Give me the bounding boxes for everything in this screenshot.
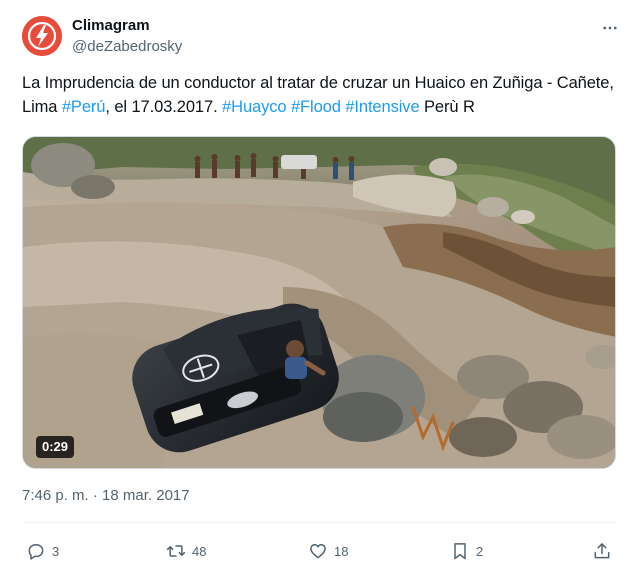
retweet-count: 48 <box>192 543 207 559</box>
bookmark-button[interactable]: 2 <box>450 538 483 564</box>
retweet-icon <box>166 545 186 557</box>
video-frame <box>23 137 615 468</box>
avatar[interactable] <box>22 16 62 56</box>
tweet-text-part: , el 17.03.2017. <box>105 98 223 116</box>
tweet-header: Climagram @deZabedrosky <box>22 14 622 58</box>
author-handle[interactable]: @deZabedrosky <box>72 38 182 55</box>
bookmark-count: 2 <box>476 543 484 559</box>
reply-button[interactable]: 3 <box>26 538 59 564</box>
tweet-text: La Imprudencia de un conductor al tratar… <box>22 71 618 119</box>
video-duration-badge: 0:29 <box>36 436 75 458</box>
hashtag-link[interactable]: #Huayco <box>222 98 287 116</box>
share-button[interactable] <box>592 538 612 564</box>
hashtag-link[interactable]: #Perú <box>62 98 106 116</box>
reply-icon <box>28 544 44 560</box>
author-name[interactable]: Climagram <box>72 17 150 34</box>
divider <box>22 522 618 523</box>
hashtag-link[interactable]: #Flood <box>291 98 341 116</box>
more-icon <box>603 26 617 30</box>
reply-count: 3 <box>52 543 60 559</box>
action-bar: 3 48 18 2 <box>22 538 618 564</box>
video-player[interactable] <box>22 136 616 469</box>
like-count: 18 <box>334 543 349 559</box>
tweet-text-part: Perù R <box>419 98 475 116</box>
like-button[interactable]: 18 <box>308 538 348 564</box>
retweet-button[interactable]: 48 <box>166 538 206 564</box>
hashtag-link[interactable]: #Intensive <box>345 98 419 116</box>
tweet-timestamp[interactable]: 7:46 p. m. · 18 mar. 2017 <box>22 487 190 504</box>
like-icon <box>310 544 326 559</box>
bookmark-icon <box>454 543 466 560</box>
more-options-button[interactable] <box>598 18 622 38</box>
share-icon <box>594 543 610 559</box>
avatar-logo-icon <box>22 16 62 56</box>
